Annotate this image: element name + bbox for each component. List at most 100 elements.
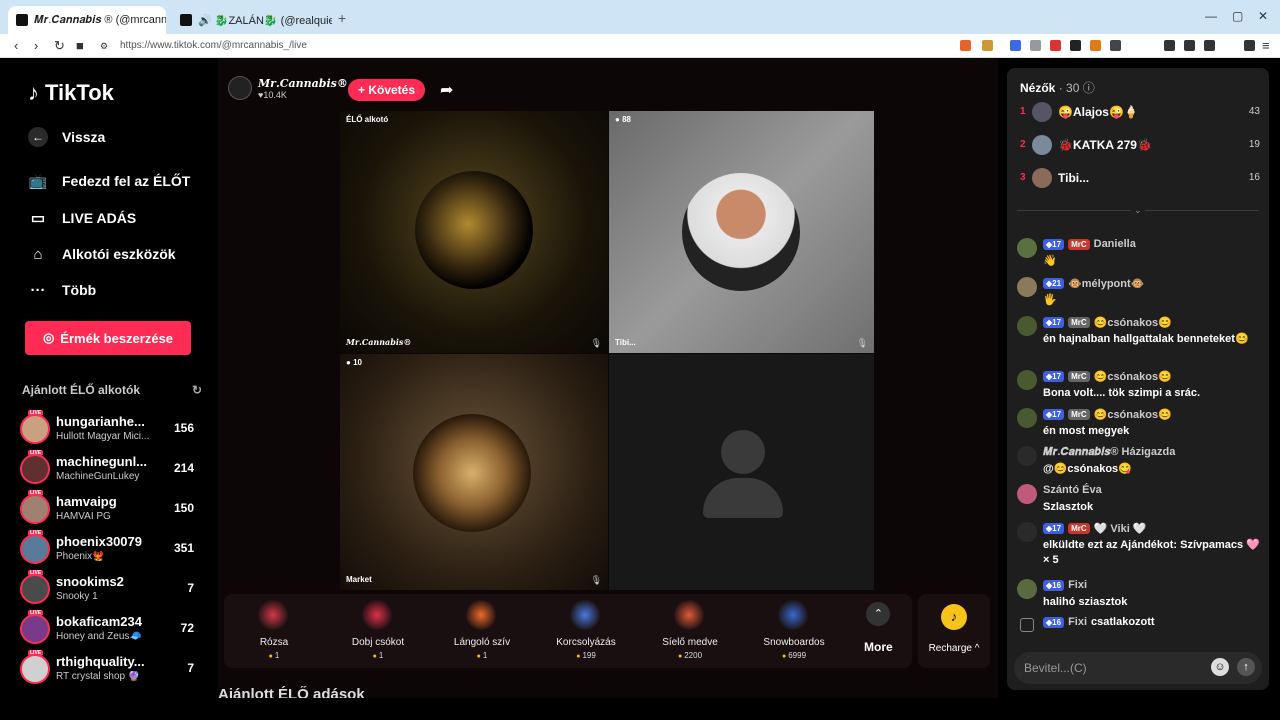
help-icon[interactable]: ⓘ xyxy=(1083,81,1095,95)
recharge-button[interactable]: ♪ Recharge ^ xyxy=(918,594,990,668)
tab-title: 🔊 🐉ZALÁN🐉 (@realquietalpha) xyxy=(198,14,332,27)
tiktok-favicon-icon xyxy=(180,14,192,26)
fan-club-badge: MrC xyxy=(1068,523,1090,534)
chat-avatar[interactable] xyxy=(1017,316,1037,336)
chat-username[interactable]: 🤍 Viki 🤍 xyxy=(1094,522,1147,535)
wallet-icon[interactable] xyxy=(1204,40,1215,51)
chat-username[interactable]: 😊csónakos😊 xyxy=(1094,316,1172,329)
chat-avatar[interactable] xyxy=(1017,579,1037,599)
minimize-icon[interactable]: — xyxy=(1205,9,1217,23)
brave-shield-icon[interactable] xyxy=(960,40,971,51)
level-badge: ◆16 xyxy=(1043,579,1065,591)
gift-item[interactable]: Snowboardos 6999 xyxy=(744,594,844,668)
nav-more[interactable]: ··· Több xyxy=(28,280,97,300)
sidebar-toggle-icon[interactable] xyxy=(1184,40,1195,51)
top-viewer[interactable]: 2 🐞KATKA 279🐞 19 xyxy=(1020,135,1260,157)
host-name[interactable]: 𝑴𝒓.𝑪𝒂𝒏𝒏𝒂𝒃𝒊𝒔® xyxy=(258,77,348,90)
extension-icon[interactable] xyxy=(1030,40,1041,51)
guest-tile-3[interactable]: ● 10 Market 🎙 xyxy=(340,354,608,590)
message-text: én most megyek xyxy=(1043,425,1130,437)
extension-icon[interactable] xyxy=(1050,40,1061,51)
recommended-creator[interactable]: LIVE hamvaipg HAMVAI PG 150 xyxy=(20,490,200,528)
chat-avatar[interactable] xyxy=(1017,484,1037,504)
refresh-icon[interactable]: ↻ xyxy=(192,383,202,397)
extension-icon[interactable] xyxy=(1010,40,1021,51)
gift-icon xyxy=(362,600,392,630)
viewer-avatar xyxy=(1032,102,1052,122)
chat-username[interactable]: 😊csónakos😊 xyxy=(1094,370,1172,383)
vpn-icon[interactable] xyxy=(1244,40,1255,51)
more-gifts-button[interactable]: ⌃ More xyxy=(864,602,893,654)
chat-username[interactable]: Szántó Éva xyxy=(1043,484,1102,496)
site-info-icon[interactable]: ⚙ xyxy=(100,41,108,52)
chat-avatar[interactable] xyxy=(1017,408,1037,428)
guest-tile-host[interactable]: ÉLŐ alkotó 𝑴𝒓.𝑪𝒂𝒏𝒏𝒂𝒃𝒊𝒔® 🎙 xyxy=(340,111,608,353)
chat-avatar[interactable] xyxy=(1017,370,1037,390)
chat-username[interactable]: 🐵mélypont🐵 xyxy=(1068,277,1144,290)
share-icon[interactable]: ➦ xyxy=(440,80,453,100)
host-avatar[interactable] xyxy=(228,76,252,100)
extension-icon[interactable] xyxy=(1070,40,1081,51)
gift-item[interactable]: Lángoló szív 1 xyxy=(432,594,532,668)
recommended-creator[interactable]: LIVE rthighquality... RT crystal shop 🔮 … xyxy=(20,650,200,688)
chat-username[interactable]: 😊csónakos😊 xyxy=(1094,408,1172,421)
follow-button[interactable]: + Követés xyxy=(348,79,426,101)
chat-avatar[interactable] xyxy=(1017,446,1037,466)
emoji-icon[interactable]: ☺ xyxy=(1211,658,1229,676)
get-coins-button[interactable]: ◎ Érmék beszerzése xyxy=(25,321,191,355)
chat-avatar[interactable] xyxy=(1017,522,1037,542)
recommended-creator[interactable]: LIVE machinegunl... MachineGunLukey 214 xyxy=(20,450,200,488)
nav-back[interactable]: ← Vissza xyxy=(28,127,105,147)
viewer-rank: 1 xyxy=(1020,106,1026,117)
tile-name: 𝑴𝒓.𝑪𝒂𝒏𝒏𝒂𝒃𝒊𝒔® xyxy=(346,337,412,347)
coin-icon: ♪ xyxy=(941,604,967,630)
chevron-up-icon: ⌃ xyxy=(866,602,891,626)
host-info[interactable]: 𝑴𝒓.𝑪𝒂𝒏𝒏𝒂𝒃𝒊𝒔® ♥10.4K xyxy=(228,76,348,100)
chat-avatar[interactable] xyxy=(1017,277,1037,297)
recommended-creator[interactable]: LIVE phoenix30079 Phoenix🐦‍🔥 351 xyxy=(20,530,200,568)
recommended-creator[interactable]: LIVE hungarianhe... Hullott Magyar Mici.… xyxy=(20,410,200,448)
back-icon[interactable]: ‹ xyxy=(14,38,18,53)
menu-icon[interactable]: ≡ xyxy=(1262,38,1270,53)
more-label: More xyxy=(864,640,893,654)
gift-item[interactable]: Rózsa 1 xyxy=(224,594,324,668)
gift-item[interactable]: Dobj csókot 1 xyxy=(328,594,428,668)
chat-avatar[interactable] xyxy=(1017,238,1037,258)
new-tab-icon[interactable]: + xyxy=(338,10,346,26)
send-icon[interactable]: ↑ xyxy=(1237,658,1255,676)
browser-tab-2[interactable]: 🔊 🐉ZALÁN🐉 (@realquietalpha) xyxy=(172,6,332,34)
recommended-creator[interactable]: LIVE bokaficam234 Honey and Zeus🧢 72 xyxy=(20,610,200,648)
extension-icon[interactable] xyxy=(1110,40,1121,51)
rewards-icon[interactable] xyxy=(982,40,993,51)
guest-tile-empty[interactable] xyxy=(609,354,874,590)
viewers-header[interactable]: Nézők · 30 ⓘ xyxy=(1020,79,1095,96)
chat-username[interactable]: 𝑴𝒓.𝑪𝒂𝒏𝒏𝒂𝒃𝒊𝒔® Házigazda xyxy=(1043,446,1175,459)
host-likes: ♥10.4K xyxy=(258,89,287,100)
chevron-down-icon[interactable]: ⌄ xyxy=(1131,205,1145,216)
gift-item[interactable]: Korcsolyázás 199 xyxy=(536,594,636,668)
recommended-lives-title: Ajánlott ÉLŐ adások xyxy=(218,686,365,698)
reload-icon[interactable]: ↻ xyxy=(54,38,65,54)
gift-item[interactable]: Síelő medve 2200 xyxy=(640,594,740,668)
chat-username[interactable]: Daniella xyxy=(1094,238,1136,250)
close-window-icon[interactable]: ✕ xyxy=(1258,9,1268,23)
url-field[interactable]: https://www.tiktok.com/@mrcannabis_/live xyxy=(120,40,307,51)
fan-club-badge: MrC xyxy=(1068,409,1090,420)
nav-explore-live[interactable]: 📺 Fedezd fel az ÉLŐT xyxy=(28,171,191,191)
tiktok-logo[interactable]: ♪ TikTok xyxy=(28,80,114,106)
recommended-creator[interactable]: LIVE snookims2 Snooky 1 7 xyxy=(20,570,200,608)
top-viewer[interactable]: 1 😜Alajos😜🍦 43 xyxy=(1020,102,1260,124)
maximize-icon[interactable]: ▢ xyxy=(1232,9,1243,23)
chat-username[interactable]: Fixi xyxy=(1068,579,1087,591)
chat-panel: Nézők · 30 ⓘ 1 😜Alajos😜🍦 43 2 🐞KATKA 279🐞… xyxy=(1007,68,1269,690)
chat-username[interactable]: Fixi xyxy=(1068,616,1087,628)
top-viewer[interactable]: 3 Tibi... 16 xyxy=(1020,168,1260,190)
nav-creator-tools[interactable]: ⌂ Alkotói eszközök xyxy=(28,244,175,264)
forward-icon[interactable]: › xyxy=(34,38,38,53)
guest-tile-2[interactable]: ● 88 Tibi... 🎙 xyxy=(609,111,874,353)
music-icon[interactable] xyxy=(1164,40,1175,51)
nav-go-live[interactable]: ▭ LIVE ADÁS xyxy=(28,208,136,228)
browser-tab-1[interactable]: 𝑴𝒓.𝑪𝒂𝒏𝒏𝒂𝒃𝒊𝒔 ® (@mrcannab ✕ xyxy=(8,6,166,34)
extension-icon[interactable] xyxy=(1090,40,1101,51)
bookmark-icon[interactable]: ■ xyxy=(76,38,84,53)
